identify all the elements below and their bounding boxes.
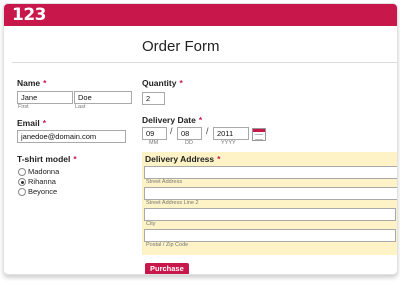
required-marker: * xyxy=(217,154,221,164)
month-input[interactable]: 09 xyxy=(142,127,167,140)
brand-logo: 123 xyxy=(12,5,47,25)
radio-beyonce[interactable] xyxy=(18,188,26,196)
radio-madonna[interactable] xyxy=(18,168,26,176)
quantity-label: Quantity * xyxy=(142,78,183,88)
calendar-icon-header xyxy=(253,129,265,132)
city-input[interactable] xyxy=(144,208,396,221)
postal-code-input[interactable] xyxy=(144,229,396,242)
radio-label-beyonce: Beyonce xyxy=(28,187,58,196)
last-name-sublabel: Last xyxy=(75,104,86,110)
header-bar: 123 xyxy=(4,4,397,26)
radio-rihanna[interactable] xyxy=(18,178,26,186)
email-input[interactable]: janedoe@domain.com xyxy=(17,130,126,143)
tshirt-model-label: T-shirt model * xyxy=(17,154,77,164)
radio-label-rihanna: Rihanna xyxy=(28,177,56,186)
street-address-line2-input[interactable] xyxy=(144,187,397,200)
delivery-date-label: Delivery Date * xyxy=(142,115,203,125)
email-label: Email * xyxy=(17,118,46,128)
street-address-sublabel: Street Address xyxy=(146,179,183,185)
calendar-icon[interactable] xyxy=(252,128,266,141)
required-marker: * xyxy=(179,78,183,88)
day-input[interactable]: 08 xyxy=(177,127,202,140)
city-sublabel: City xyxy=(146,221,156,227)
required-marker: * xyxy=(43,78,47,88)
calendar-icon-grid xyxy=(255,134,263,140)
purchase-button[interactable]: Purchase xyxy=(145,263,189,274)
day-sublabel: DD xyxy=(185,140,193,146)
page: 123 Order Form Name * Jane First Doe Last… xyxy=(0,0,400,284)
radio-label-madonna: Madonna xyxy=(28,167,60,176)
required-marker: * xyxy=(73,154,77,164)
year-input[interactable]: 2011 xyxy=(213,127,249,140)
title-divider xyxy=(12,62,397,63)
delivery-address-label: Delivery Address * xyxy=(145,154,221,164)
postal-code-sublabel: Postal / Zip Code xyxy=(146,242,189,248)
required-marker: * xyxy=(198,115,203,125)
year-sublabel: YYYY xyxy=(221,140,236,146)
date-separator: / xyxy=(206,126,209,136)
form-window: 123 Order Form Name * Jane First Doe Last… xyxy=(3,3,398,275)
street-address-line2-sublabel: Street Address Line 2 xyxy=(146,200,199,206)
form-title: Order Form xyxy=(142,38,220,55)
first-name-sublabel: First xyxy=(18,104,29,110)
quantity-input[interactable]: 2 xyxy=(142,92,165,105)
date-separator: / xyxy=(170,126,173,136)
last-name-input[interactable]: Doe xyxy=(74,91,132,104)
street-address-input[interactable] xyxy=(144,166,397,179)
required-marker: * xyxy=(42,118,46,128)
name-label: Name * xyxy=(17,78,47,88)
month-sublabel: MM xyxy=(149,140,159,146)
first-name-input[interactable]: Jane xyxy=(17,91,73,104)
